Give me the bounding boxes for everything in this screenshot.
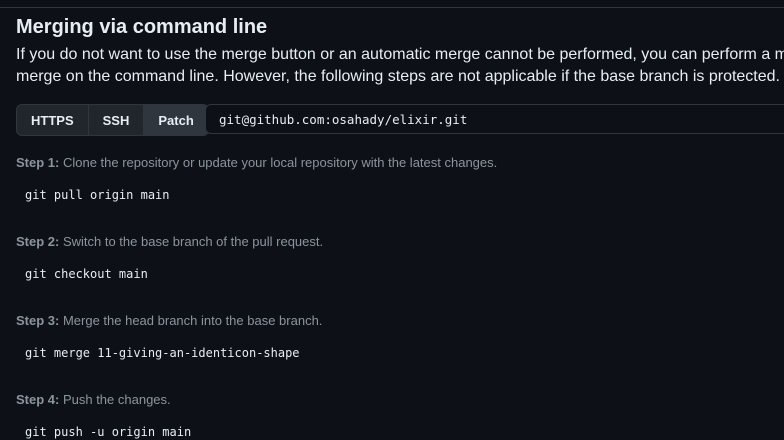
step-1-command[interactable]: git pull origin main bbox=[25, 188, 170, 202]
step-4-instruction: Step 4: Push the changes. bbox=[16, 392, 171, 407]
step-2-text: Switch to the base branch of the pull re… bbox=[59, 234, 324, 249]
step-3-command[interactable]: git merge 11-giving-an-identicon-shape bbox=[25, 346, 300, 360]
protocol-selector: HTTPS SSH Patch bbox=[16, 104, 209, 136]
clone-url-field[interactable] bbox=[205, 104, 784, 134]
step-4-label: Step 4: bbox=[16, 392, 60, 407]
section-description: If you do not want to use the merge butt… bbox=[16, 44, 784, 88]
top-divider bbox=[0, 7, 784, 8]
step-2-label: Step 2: bbox=[16, 234, 60, 249]
step-2-instruction: Step 2: Switch to the base branch of the… bbox=[16, 234, 323, 249]
step-3-text: Merge the head branch into the base bran… bbox=[59, 313, 323, 328]
step-1-instruction: Step 1: Clone the repository or update y… bbox=[16, 155, 497, 170]
https-button[interactable]: HTTPS bbox=[17, 105, 89, 135]
ssh-button[interactable]: SSH bbox=[88, 105, 145, 135]
step-3-label: Step 3: bbox=[16, 313, 60, 328]
section-title: Merging via command line bbox=[16, 16, 268, 38]
step-2-command[interactable]: git checkout main bbox=[25, 267, 148, 281]
description-line-2: merge on the command line. However, the … bbox=[16, 68, 780, 85]
step-4-command[interactable]: git push -u origin main bbox=[25, 425, 191, 439]
step-1-label: Step 1: bbox=[16, 155, 60, 170]
step-1-text: Clone the repository or update your loca… bbox=[59, 155, 498, 170]
description-line-1: If you do not want to use the merge butt… bbox=[16, 46, 784, 63]
merge-instructions-panel: Merging via command line If you do not w… bbox=[0, 0, 784, 440]
patch-button[interactable]: Patch bbox=[144, 105, 208, 135]
step-4-text: Push the changes. bbox=[59, 392, 171, 407]
step-3-instruction: Step 3: Merge the head branch into the b… bbox=[16, 313, 322, 328]
